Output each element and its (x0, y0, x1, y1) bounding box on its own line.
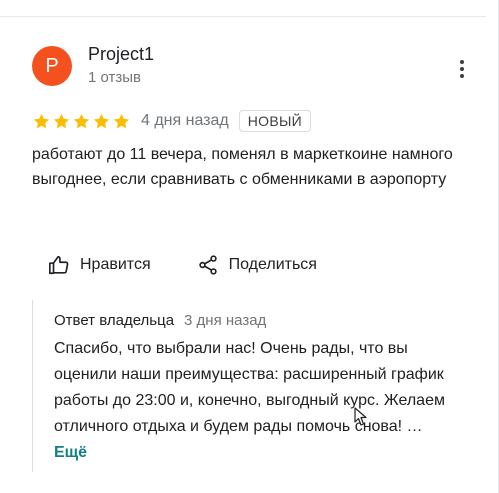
like-label: Нравится (80, 256, 151, 273)
author-name[interactable]: Project1 (88, 44, 154, 65)
more-link[interactable]: Ещё (54, 444, 87, 461)
owner-reply: Ответ владельца 3 дня назад Спасибо, что… (32, 300, 473, 472)
star-icon (113, 113, 130, 128)
new-badge: НОВЫЙ (238, 110, 312, 132)
star-icon (33, 113, 50, 128)
star-icon (53, 113, 70, 128)
star-rating (32, 112, 131, 131)
rating-row: 4 дня назад НОВЫЙ (32, 108, 312, 134)
more-options-icon[interactable] (452, 58, 472, 80)
like-button[interactable]: Нравится (48, 254, 151, 276)
share-label: Поделиться (228, 256, 317, 273)
owner-reply-body: Спасибо, что выбрали нас! Очень рады, чт… (54, 340, 445, 435)
owner-reply-header: Ответ владельца 3 дня назад (54, 312, 266, 329)
share-button[interactable]: Поделиться (197, 254, 317, 276)
avatar[interactable]: P (32, 46, 72, 86)
author-review-count: 1 отзыв (88, 69, 142, 86)
owner-reply-date: 3 дня назад (184, 312, 267, 329)
review-header: P Project1 1 отзыв (32, 44, 472, 90)
review-date: 4 дня назад (141, 112, 229, 129)
review-actions: Нравится Поделиться (48, 250, 317, 280)
review-text: работают до 11 вечера, поменял в маркетк… (32, 146, 453, 188)
owner-reply-label: Ответ владельца (54, 312, 175, 329)
owner-reply-text: Спасибо, что выбрали нас! Очень рады, чт… (54, 336, 459, 466)
share-icon (198, 255, 217, 275)
top-divider (0, 16, 486, 17)
star-icon (73, 113, 90, 128)
star-icon (93, 113, 110, 128)
thumb-up-icon (49, 255, 69, 275)
mouse-cursor-icon (354, 407, 367, 426)
